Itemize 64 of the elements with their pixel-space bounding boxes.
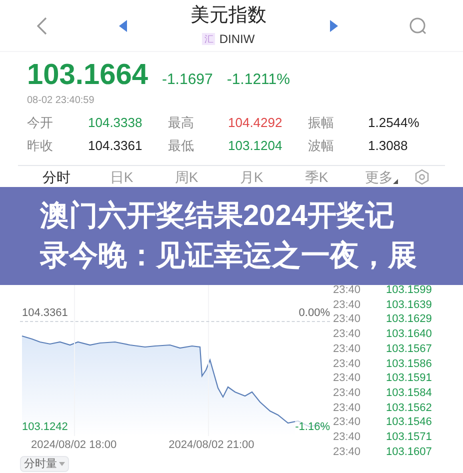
stat-label: 今开 xyxy=(27,114,54,132)
low-price: 103.1242 xyxy=(22,420,68,435)
tick-price: 103.1599 xyxy=(386,283,432,298)
tick-price: 103.1571 xyxy=(386,430,432,445)
price-value: 103.1664 xyxy=(27,58,148,92)
stat-label: 昨收 xyxy=(27,137,54,155)
tick-price: 103.1629 xyxy=(386,312,432,328)
page-title: 美元指数 xyxy=(190,4,266,28)
stat-value: 1.3088 xyxy=(368,137,409,155)
tick-price: 103.1562 xyxy=(386,400,432,416)
more-tab[interactable]: 更多 xyxy=(365,168,393,186)
headline-text: 澳门六开奖结果2024开奖记 xyxy=(40,198,396,234)
tick-price: 103.1546 xyxy=(386,415,432,430)
stat-value: 1.2544% xyxy=(368,114,420,132)
tick-price: 103.1640 xyxy=(386,327,432,342)
chart-tab[interactable]: 季K xyxy=(304,168,328,186)
stat-label: 波幅 xyxy=(308,137,335,155)
tick-time: 23:40 xyxy=(333,283,362,298)
tick-time: 23:40 xyxy=(333,400,362,416)
tick-price: 103.1586 xyxy=(386,356,432,372)
tick-price: 103.1591 xyxy=(386,371,432,386)
chart-tab[interactable]: 日K xyxy=(110,168,134,186)
stat-value: 104.3338 xyxy=(88,114,144,132)
tick-time: 23:40 xyxy=(333,415,362,430)
stat-label: 最低 xyxy=(168,137,195,155)
symbol-label: DINIW xyxy=(219,30,255,48)
dropdown-icon xyxy=(393,179,398,184)
tick-time: 23:40 xyxy=(333,312,362,328)
tick-price: 103.1639 xyxy=(386,298,432,312)
dropdown-icon xyxy=(59,462,65,466)
tick-time: 23:40 xyxy=(333,386,362,401)
reference-price: 104.3361 xyxy=(22,306,68,321)
tick-time: 23:40 xyxy=(333,298,362,312)
market-badge: 汇 xyxy=(202,32,216,44)
stat-value: 104.4292 xyxy=(228,114,284,132)
tick-time: 23:40 xyxy=(333,430,362,445)
chart-tab[interactable]: 月K xyxy=(240,168,264,186)
change-percent: -1.1211% xyxy=(226,70,290,90)
chart-tab[interactable]: 分时 xyxy=(42,168,70,186)
tick-time: 23:40 xyxy=(333,356,362,372)
timestamp: 08-02 23:40:59 xyxy=(27,94,96,108)
tick-price: 103.1567 xyxy=(386,342,432,357)
volume-dropdown[interactable]: 分时量 xyxy=(20,456,69,472)
stat-label: 振幅 xyxy=(308,114,335,132)
time-axis-label: 2024/08/02 18:00 xyxy=(31,438,117,453)
tick-price: 103.1607 xyxy=(386,444,432,460)
previous-icon[interactable] xyxy=(119,20,127,32)
search-icon[interactable] xyxy=(409,16,427,34)
tick-price: 103.1584 xyxy=(386,386,432,401)
tick-time: 23:40 xyxy=(333,327,362,342)
stat-value: 103.1204 xyxy=(228,137,284,155)
next-icon[interactable] xyxy=(330,20,338,32)
headline-text: 录今晚：见证幸运之一夜，展 xyxy=(40,238,418,274)
stat-label: 最高 xyxy=(168,114,195,132)
time-axis-label: 2024/08/02 21:00 xyxy=(168,438,254,453)
tick-time: 23:40 xyxy=(333,444,362,460)
tick-time: 23:40 xyxy=(333,342,362,357)
tick-time: 23:40 xyxy=(333,371,362,386)
change-value: -1.1697 xyxy=(162,70,213,90)
stat-value: 104.3361 xyxy=(88,137,144,155)
chart-tab[interactable]: 周K xyxy=(174,168,198,186)
reference-percent: 0.00% xyxy=(298,306,330,321)
back-icon[interactable] xyxy=(36,16,48,36)
settings-icon[interactable] xyxy=(414,169,430,185)
